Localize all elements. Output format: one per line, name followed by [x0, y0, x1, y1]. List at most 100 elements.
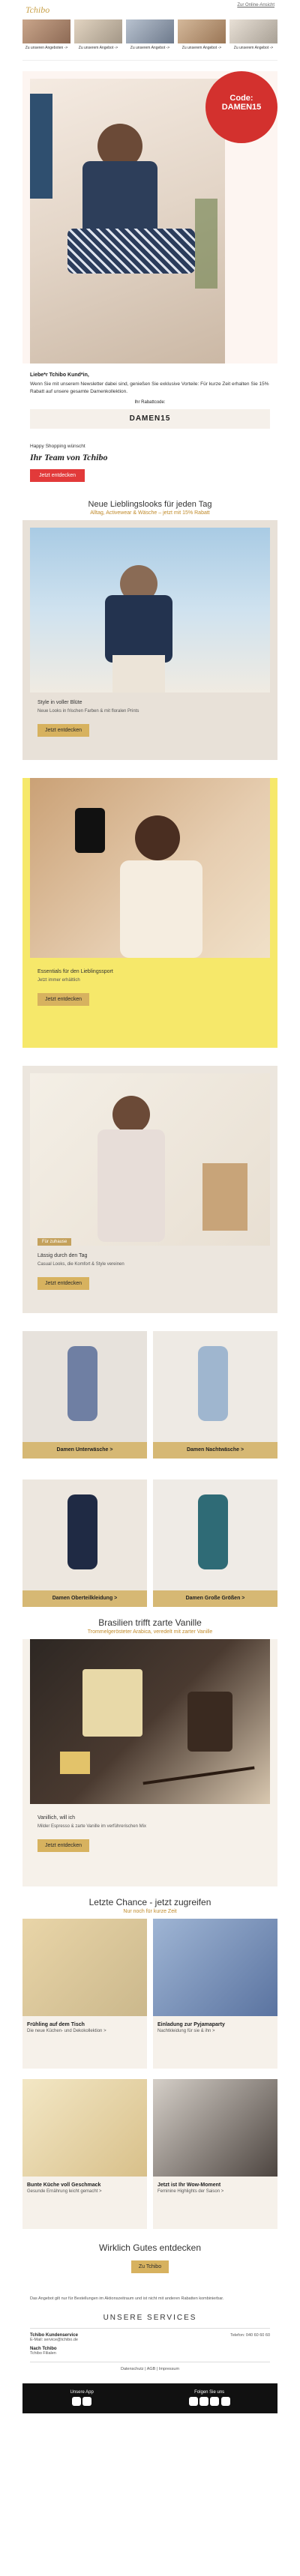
service-col-1: Tchibo Kundenservice E-Mail: service@tch…: [30, 2333, 78, 2342]
nav-label: Zu unserem Angebot ->: [233, 46, 274, 50]
coffee-title: Vanillich, will ich: [38, 1815, 76, 1821]
coffee-image[interactable]: [30, 1639, 270, 1804]
greeting: Liebe*r Tchibo Kund*in,: [30, 372, 89, 378]
nav-label: Zu unserem Angebot ->: [130, 46, 170, 50]
product-title: Frühling auf dem Tisch: [27, 2022, 85, 2027]
section-sub: Alltag, Activewear & Wäsche – jetzt mit …: [90, 510, 210, 516]
look-block-3: Für zuhause Lässig durch den Tag Casual …: [22, 1066, 278, 1313]
hero-section: Code: DAMEN15: [22, 71, 278, 364]
service-col-2: Telefon: 040 60 60 60: [230, 2333, 270, 2342]
code-badge-code: DAMEN15: [221, 103, 262, 112]
facebook-icon[interactable]: [188, 2396, 198, 2406]
discover-section: Wirklich Gutes entdecken Zu Tchibo: [30, 2242, 270, 2273]
look-image-3[interactable]: [30, 1073, 270, 1246]
look-title: Essentials für den Lieblingssport: [38, 969, 113, 974]
code-box[interactable]: DAMEN15: [30, 409, 270, 429]
coffee-headline: Brasilien trifft zarte Vanille: [98, 1617, 202, 1628]
products-grid: Frühling auf dem Tisch Die neue Küchen- …: [22, 1919, 278, 2229]
service-line[interactable]: Tchibo Filialen: [30, 2351, 270, 2356]
section-header: Neue Lieblingslooks für jeden Tag Alltag…: [30, 500, 270, 516]
product-desc: Feminine Highlights der Saison >: [158, 2189, 224, 2194]
intro-text: Wenn Sie mit unserem Newsletter dabei si…: [30, 381, 269, 394]
category-label: Damen Große Größen >: [153, 1590, 278, 1607]
app-area: Unsere App: [70, 2389, 94, 2407]
nav-item[interactable]: Zu unserem Angebot ->: [74, 19, 122, 60]
code-badge-top: Code:: [230, 94, 254, 103]
look-image-2[interactable]: [30, 778, 270, 958]
instagram-icon[interactable]: [200, 2396, 209, 2406]
product-card[interactable]: Bunte Küche voll Geschmack Gesunde Ernäh…: [22, 2079, 147, 2229]
look-image-1[interactable]: [30, 528, 270, 693]
nav-strip: Zu unseren Angeboten -> Zu unserem Angeb…: [22, 19, 278, 61]
privacy-links[interactable]: Datenschutz | AGB | Impressum: [30, 2367, 270, 2371]
look-block-2: Essentials für den Lieblingssport Jetzt …: [22, 778, 278, 1048]
social-area: Folgen Sie uns: [188, 2390, 230, 2407]
code-label: Ihr Rabattcode:: [134, 400, 166, 405]
app-label: Unsere App: [70, 2389, 94, 2395]
category-tile[interactable]: Damen Große Größen >: [153, 1479, 278, 1607]
android-icon[interactable]: [82, 2396, 92, 2406]
divider: [30, 2328, 270, 2329]
coffee-block: Vanillich, will ich Milder Espresso & za…: [22, 1639, 278, 1886]
nav-item[interactable]: Zu unseren Angeboten ->: [22, 19, 70, 60]
services-section: UNSERE SERVICES Tchibo Kundenservice E-M…: [30, 2314, 270, 2371]
email-root: Tchibo Zur Online-Ansicht Zu unseren Ang…: [0, 0, 300, 2413]
product-title: Bunte Küche voll Geschmack: [27, 2183, 101, 2188]
online-view-link[interactable]: Zur Online-Ansicht: [237, 3, 274, 7]
look-cta-2[interactable]: Jetzt entdecken: [38, 993, 90, 1006]
look-desc: Casual Looks, die Komfort & Style verein…: [38, 1262, 124, 1267]
code-badge: Code: DAMEN15: [206, 71, 278, 143]
section-title: Neue Lieblingslooks für jeden Tag: [88, 500, 212, 509]
nav-item[interactable]: Zu unserem Angebot ->: [178, 19, 226, 60]
nav-item[interactable]: Zu unserem Angebot ->: [126, 19, 174, 60]
category-tile[interactable]: Damen Unterwäsche >: [22, 1331, 147, 1459]
product-desc: Gesunde Ernährung leicht gemacht >: [27, 2189, 102, 2194]
product-title: Jetzt ist Ihr Wow-Moment: [158, 2183, 221, 2188]
product-card[interactable]: Einladung zur Pyjamaparty Nachtkleidung …: [153, 1919, 278, 2069]
last-chance-sub: Nur noch für kurze Zeit: [123, 1909, 177, 1914]
signature: Ihr Team von Tchibo: [30, 452, 108, 462]
category-tile[interactable]: Damen Oberteilkleidung >: [22, 1479, 147, 1607]
look-cta-1[interactable]: Jetzt entdecken: [38, 724, 90, 737]
nav-label: Zu unseren Angeboten ->: [25, 46, 68, 50]
look-desc: Jetzt immer erhältlich: [38, 978, 80, 983]
legal-text: Das Angebot gilt nur für Bestellungen im…: [30, 2296, 224, 2301]
apple-icon[interactable]: [72, 2396, 82, 2406]
look-title: Style in voller Blüte: [38, 700, 82, 705]
pinterest-icon[interactable]: [210, 2396, 220, 2406]
nav-item[interactable]: Zu unserem Angebot ->: [230, 19, 278, 60]
nav-label: Zu unserem Angebot ->: [78, 46, 118, 50]
tiktok-icon[interactable]: [220, 2396, 230, 2406]
intro-section: Liebe*r Tchibo Kund*in, Wenn Sie mit uns…: [30, 364, 270, 491]
discover-cta[interactable]: Zu Tchibo: [130, 2260, 170, 2273]
product-desc: Nachtkleidung für sie & ihn >: [158, 2029, 215, 2033]
category-label: Damen Nachtwäsche >: [153, 1442, 278, 1459]
look-cta-3[interactable]: Jetzt entdecken: [38, 1277, 90, 1290]
signoff: Happy Shopping wünscht: [30, 444, 86, 449]
product-card[interactable]: Frühling auf dem Tisch Die neue Küchen- …: [22, 1919, 147, 2069]
discover-title: Wirklich Gutes entdecken: [98, 2242, 202, 2253]
product-card[interactable]: Jetzt ist Ihr Wow-Moment Feminine Highli…: [153, 2079, 278, 2229]
product-desc: Die neue Küchen- und Dekokollektion >: [27, 2029, 106, 2033]
category-label: Damen Unterwäsche >: [22, 1442, 147, 1459]
look-desc: Neue Looks in frischen Farben & mit flor…: [38, 709, 140, 714]
service-line[interactable]: Telefon: 040 60 60 60: [230, 2333, 270, 2338]
service-line[interactable]: E-Mail: service@tchibo.de: [30, 2338, 78, 2342]
hero-image[interactable]: [30, 79, 225, 364]
last-chance-title: Letzte Chance - jetzt zugreifen: [88, 1897, 212, 1907]
last-chance-header: Letzte Chance - jetzt zugreifen Nur noch…: [30, 1897, 270, 1914]
hero-cta-button[interactable]: Jetzt entdecken: [30, 469, 86, 482]
look-title: Lässig durch den Tag: [38, 1253, 88, 1258]
legal-section: Das Angebot gilt nur für Bestellungen im…: [30, 2296, 270, 2302]
top-bar: Tchibo Zur Online-Ansicht: [22, 0, 278, 19]
look-badge: Für zuhause: [38, 1238, 72, 1246]
category-tile[interactable]: Damen Nachtwäsche >: [153, 1331, 278, 1459]
coffee-cta[interactable]: Jetzt entdecken: [38, 1839, 90, 1852]
coffee-sub: Trommelgerösteter Arabica, veredelt mit …: [87, 1629, 213, 1635]
look-block-1: Style in voller Blüte Neue Looks in fris…: [22, 520, 278, 760]
category-label: Damen Oberteilkleidung >: [22, 1590, 147, 1607]
coffee-desc: Milder Espresso & zarte Vanille im verfü…: [38, 1824, 146, 1829]
brand-logo[interactable]: Tchibo: [26, 4, 50, 16]
category-grid: Damen Unterwäsche > Damen Nachtwäsche > …: [22, 1331, 278, 1607]
footer-bar: Unsere App Folgen Sie uns: [22, 2383, 278, 2413]
